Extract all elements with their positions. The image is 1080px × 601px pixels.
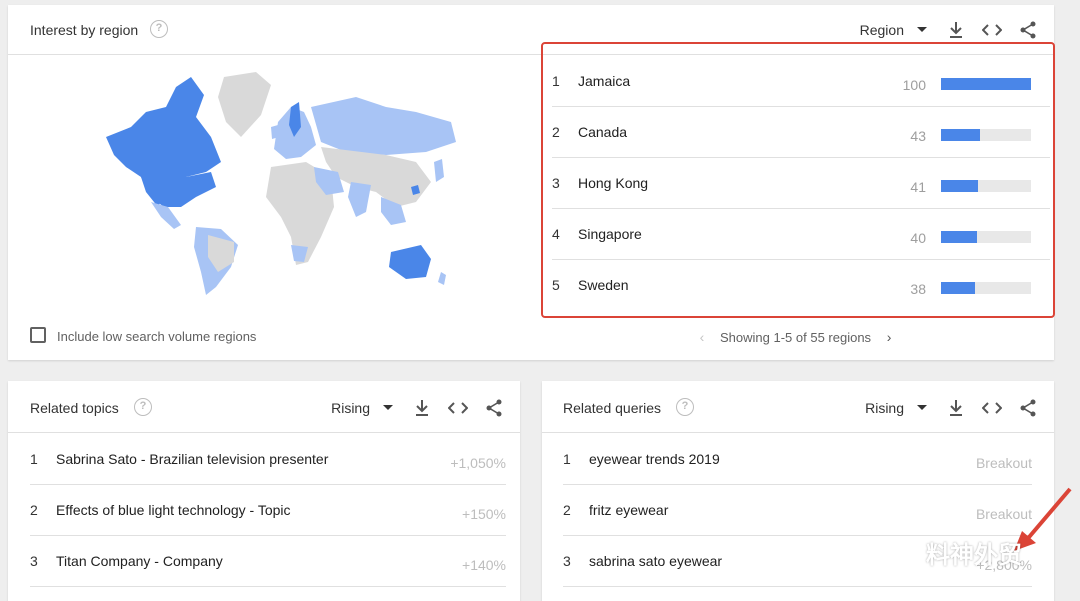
watermark-text: 料神外贸 <box>926 542 1022 569</box>
topics-toolbar: Rising <box>331 396 506 420</box>
include-low-volume-checkbox[interactable] <box>30 327 46 343</box>
caret-down-icon[interactable] <box>916 399 928 417</box>
include-low-volume-label: Include low search volume regions <box>57 329 257 344</box>
embed-code-icon[interactable] <box>980 18 1004 42</box>
card-title: Interest by region <box>30 22 139 38</box>
item-text: Sabrina Sato - Brazilian television pres… <box>56 451 329 467</box>
download-icon[interactable] <box>410 396 434 420</box>
wechat-icon <box>880 538 919 566</box>
item-text: sabrina sato eyewear <box>589 553 723 569</box>
highlight-annotation-box <box>541 42 1055 318</box>
share-icon[interactable] <box>1016 18 1040 42</box>
map-russia <box>311 97 456 155</box>
topics-dropdown-label[interactable]: Rising <box>331 400 370 416</box>
help-icon[interactable]: ? <box>676 398 694 416</box>
item-text: eyewear trends 2019 <box>589 451 720 467</box>
chevron-left-icon[interactable]: ‹ <box>692 329 712 345</box>
item-rank: 2 <box>30 502 38 518</box>
item-value: +140% <box>462 557 506 573</box>
item-rank: 3 <box>563 553 571 569</box>
map-india <box>348 182 371 217</box>
item-rank: 1 <box>30 451 38 467</box>
help-icon[interactable]: ? <box>134 398 152 416</box>
share-icon[interactable] <box>482 396 506 420</box>
pager-text: Showing 1-5 of 55 regions <box>720 329 872 345</box>
related-topics-card: Related topics ? Rising 1 Sabrina Sato -… <box>8 381 520 601</box>
share-icon[interactable] <box>1016 396 1040 420</box>
world-map[interactable] <box>86 67 466 297</box>
list-item[interactable]: 1 Sabrina Sato - Brazilian television pr… <box>30 434 506 485</box>
card-title: Related topics <box>30 400 119 416</box>
map-uk <box>271 125 279 139</box>
divider <box>542 432 1054 433</box>
region-toolbar: Region <box>860 18 1040 42</box>
embed-code-icon[interactable] <box>980 396 1004 420</box>
region-dropdown-label[interactable]: Region <box>860 22 904 38</box>
item-value: +150% <box>462 506 506 522</box>
list-item[interactable]: 1 eyewear trends 2019 Breakout <box>563 434 1032 485</box>
item-text: Titan Company - Company <box>56 553 223 569</box>
item-value: +1,050% <box>450 455 506 471</box>
help-icon[interactable]: ? <box>150 20 168 38</box>
item-rank: 1 <box>563 451 571 467</box>
region-pager: ‹ Showing 1-5 of 55 regions › <box>692 329 899 345</box>
item-rank: 3 <box>30 553 38 569</box>
list-item[interactable]: 2 Effects of blue light technology - Top… <box>30 485 506 536</box>
download-icon[interactable] <box>944 396 968 420</box>
list-item[interactable]: 2 fritz eyewear Breakout <box>563 485 1032 536</box>
queries-toolbar: Rising <box>865 396 1040 420</box>
list-item[interactable]: 3 Titan Company - Company +140% <box>30 536 506 587</box>
item-rank: 2 <box>563 502 571 518</box>
embed-code-icon[interactable] <box>446 396 470 420</box>
item-text: Effects of blue light technology - Topic <box>56 502 291 518</box>
caret-down-icon[interactable] <box>916 21 928 39</box>
item-value: Breakout <box>975 455 1032 471</box>
caret-down-icon[interactable] <box>382 399 394 417</box>
map-greenland <box>218 72 271 137</box>
card-title: Related queries <box>563 400 662 416</box>
map-japan <box>434 159 444 182</box>
download-icon[interactable] <box>944 18 968 42</box>
chevron-right-icon[interactable]: › <box>879 329 899 345</box>
map-usa <box>141 172 216 207</box>
map-new-zealand <box>438 272 446 285</box>
item-text: fritz eyewear <box>589 502 669 518</box>
divider <box>8 432 520 433</box>
map-australia <box>389 245 431 279</box>
watermark: 料神外贸 <box>880 535 1022 570</box>
queries-dropdown-label[interactable]: Rising <box>865 400 904 416</box>
